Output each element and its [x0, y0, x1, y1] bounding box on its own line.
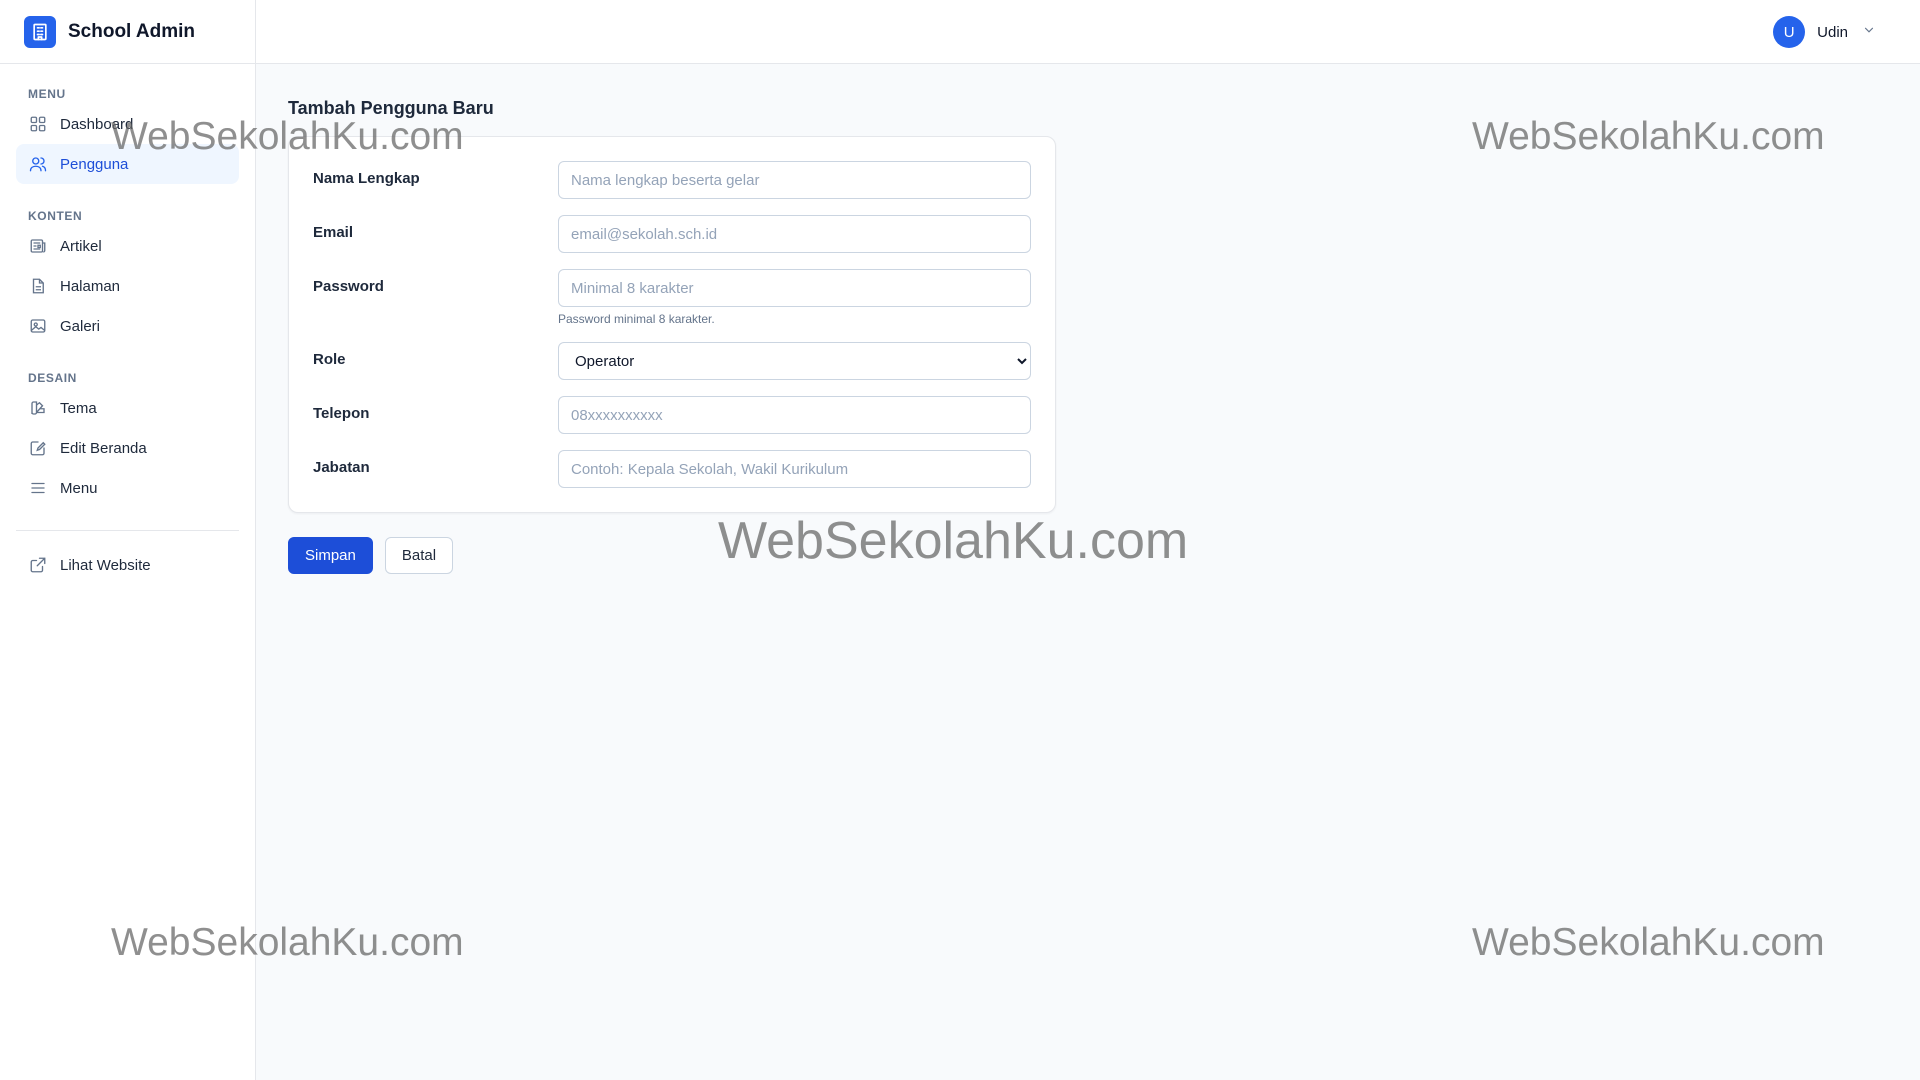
newspaper-icon	[28, 236, 48, 256]
users-icon	[28, 154, 48, 174]
sidebar-item-label: Dashboard	[60, 115, 134, 133]
user-name: Udin	[1817, 23, 1848, 41]
jabatan-label: Jabatan	[313, 459, 370, 476]
sidebar-item-label: Menu	[60, 479, 98, 497]
sidebar-item-label: Tema	[60, 399, 97, 417]
brand[interactable]: School Admin	[0, 0, 255, 64]
sidebar-item-artikel[interactable]: Artikel	[16, 226, 239, 266]
nav-section-menu: MENU Dashboard Pengguna	[16, 84, 239, 184]
form-actions: Simpan Batal	[288, 537, 1056, 574]
palette-icon	[28, 398, 48, 418]
page-title: Tambah Pengguna Baru	[288, 98, 494, 118]
password-hint: Password minimal 8 karakter.	[558, 312, 715, 326]
sidebar-item-halaman[interactable]: Halaman	[16, 266, 239, 306]
user-menu[interactable]: U Udin	[1773, 16, 1876, 48]
topbar: U Udin	[256, 0, 1920, 64]
nav-section-desain: DESAIN Tema Edit Beranda Menu	[16, 368, 239, 508]
form-row-jabatan: Jabatan	[313, 450, 1031, 488]
nama-label: Nama Lengkap	[313, 170, 420, 187]
email-input[interactable]	[558, 215, 1031, 253]
image-icon	[28, 316, 48, 336]
sidebar-item-label: Artikel	[60, 237, 102, 255]
grid-icon	[28, 114, 48, 134]
main-content: Tambah Pengguna Baru Nama Lengkap Email …	[288, 98, 1056, 574]
sidebar-item-dashboard[interactable]: Dashboard	[16, 104, 239, 144]
watermark: WebSekolahKu.com	[1472, 921, 1825, 964]
nav-divider	[16, 530, 239, 531]
password-input[interactable]	[558, 269, 1031, 307]
sidebar-nav: MENU Dashboard Pengguna KONTEN Artikel H…	[0, 64, 255, 585]
edit-icon	[28, 438, 48, 458]
document-icon	[28, 276, 48, 296]
sidebar-item-galeri[interactable]: Galeri	[16, 306, 239, 346]
sidebar-item-menu[interactable]: Menu	[16, 468, 239, 508]
role-label: Role	[313, 351, 346, 368]
form-row-telepon: Telepon	[313, 396, 1031, 434]
password-label: Password	[313, 278, 384, 295]
sidebar-item-tema[interactable]: Tema	[16, 388, 239, 428]
watermark: WebSekolahKu.com	[1472, 115, 1825, 158]
sidebar: School Admin MENU Dashboard Pengguna KON…	[0, 0, 256, 1080]
sidebar-item-label: Lihat Website	[60, 556, 151, 574]
cancel-button[interactable]: Batal	[384, 537, 454, 574]
chevron-down-icon	[1862, 23, 1876, 42]
sidebar-item-label: Edit Beranda	[60, 439, 147, 457]
nav-section-konten: KONTEN Artikel Halaman Galeri	[16, 206, 239, 346]
form-row-password: Password Password minimal 8 karakter.	[313, 269, 1031, 326]
jabatan-input[interactable]	[558, 450, 1031, 488]
section-label: MENU	[28, 87, 66, 101]
sidebar-item-lihat-website[interactable]: Lihat Website	[16, 545, 239, 585]
external-link-icon	[28, 555, 48, 575]
section-label: KONTEN	[28, 209, 83, 223]
save-button[interactable]: Simpan	[288, 537, 373, 574]
nama-input[interactable]	[558, 161, 1031, 199]
form-row-email: Email	[313, 215, 1031, 253]
form-row-role: Role Operator	[313, 342, 1031, 380]
telepon-input[interactable]	[558, 396, 1031, 434]
form-row-nama: Nama Lengkap	[313, 161, 1031, 199]
user-form: Nama Lengkap Email Password Password min…	[288, 136, 1056, 513]
avatar: U	[1773, 16, 1806, 48]
role-select[interactable]: Operator	[558, 342, 1031, 380]
building-icon	[24, 15, 56, 48]
telepon-label: Telepon	[313, 405, 370, 422]
sidebar-item-label: Halaman	[60, 277, 121, 295]
sidebar-item-label: Galeri	[60, 317, 101, 335]
app-title: School Admin	[68, 20, 196, 42]
sidebar-item-pengguna[interactable]: Pengguna	[16, 144, 239, 184]
sidebar-item-label: Pengguna	[60, 155, 129, 173]
sidebar-item-edit-beranda[interactable]: Edit Beranda	[16, 428, 239, 468]
menu-icon	[28, 478, 48, 498]
section-label: DESAIN	[28, 371, 77, 385]
email-label: Email	[313, 224, 354, 241]
